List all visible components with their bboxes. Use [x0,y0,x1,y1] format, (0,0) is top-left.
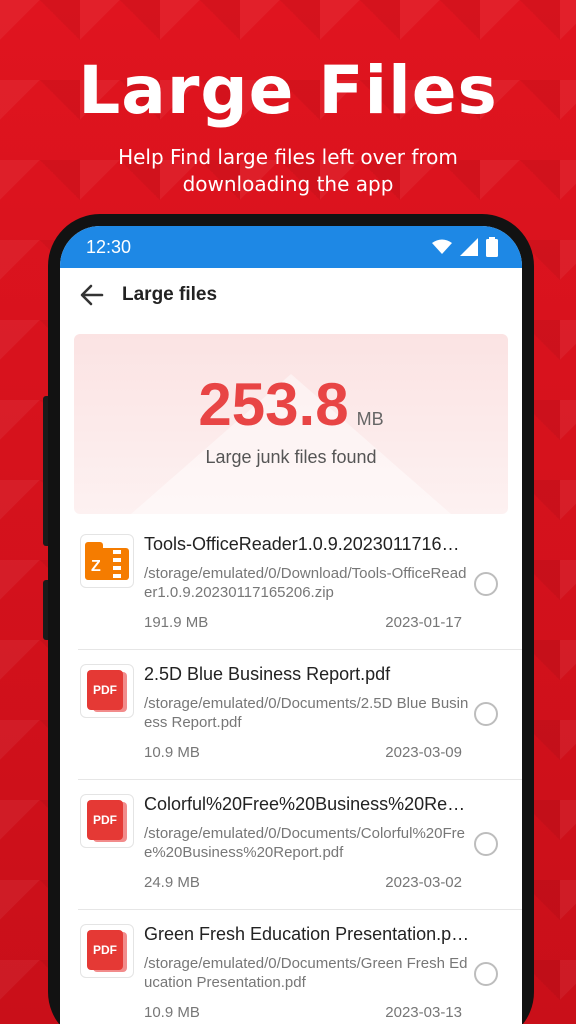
arrow-left-icon[interactable] [78,281,106,309]
file-name: Tools-OfficeReader1.0.9.2023011716… [144,534,460,554]
pdf-file-icon: PDF [80,794,134,848]
wifi-icon [432,239,452,254]
app-bar: Large files [60,268,522,322]
file-date: 2023-03-09 [385,744,462,761]
file-size: 10.9 MB [144,1004,200,1021]
file-item[interactable]: Z Tools-OfficeReader1.0.9.2023011716… /s… [78,520,522,650]
file-path: /storage/emulated/0/Download/Tools-Offic… [144,565,467,601]
file-path: /storage/emulated/0/Documents/Colorful%2… [144,825,465,861]
status-bar: 12:30 [60,226,522,268]
pdf-icon-text: PDF [87,800,123,840]
file-select-radio[interactable] [474,702,498,726]
zip-icon-text: Z [91,558,101,575]
file-size: 10.9 MB [144,744,200,761]
battery-icon [486,237,498,257]
file-name: 2.5D Blue Business Report.pdf [144,664,391,684]
file-name: Colorful%20Free%20Business%20Rep… [144,794,474,814]
zip-file-icon: Z [80,534,134,588]
pdf-file-icon: PDF [80,924,134,978]
file-name: Green Fresh Education Presentation.p… [144,924,470,944]
status-icons [432,237,498,257]
file-date: 2023-03-02 [385,874,462,891]
page-title: Large files [122,284,218,305]
pdf-icon-text: PDF [87,930,123,970]
file-date: 2023-03-13 [385,1004,462,1021]
file-path: /storage/emulated/0/Documents/2.5D Blue … [144,695,469,731]
file-size: 24.9 MB [144,874,200,891]
file-item[interactable]: PDF 2.5D Blue Business Report.pdf /stora… [78,650,522,780]
file-select-radio[interactable] [474,572,498,596]
junk-size-row: 253.8 MB [74,334,508,439]
junk-summary-card: 253.8 MB Large junk files found [74,334,508,514]
file-select-radio[interactable] [474,832,498,856]
promo-title: Large Files [78,52,498,129]
pdf-file-icon: PDF [80,664,134,718]
file-path: /storage/emulated/0/Documents/Green Fres… [144,955,468,991]
status-time: 12:30 [86,236,132,257]
promo-subtitle: Help Find large files left over from dow… [118,145,458,196]
file-item[interactable]: PDF Green Fresh Education Presentation.p… [78,910,522,1024]
junk-size-value: 253.8 [198,371,349,438]
file-date: 2023-01-17 [385,614,462,631]
junk-size-label: Large junk files found [205,447,377,467]
phone-screen: 12:30 Large files 253.8 MB Large junk fi… [60,226,522,1024]
signal-icon [460,238,478,256]
file-size: 191.9 MB [144,614,209,631]
file-item[interactable]: PDF Colorful%20Free%20Business%20Rep… /s… [78,780,522,910]
phone-frame: 12:30 Large files 253.8 MB Large junk fi… [48,214,534,1024]
pdf-icon-text: PDF [87,670,123,710]
junk-size-unit: MB [356,409,384,429]
file-list: Z Tools-OfficeReader1.0.9.2023011716… /s… [60,520,522,1024]
file-select-radio[interactable] [474,962,498,986]
